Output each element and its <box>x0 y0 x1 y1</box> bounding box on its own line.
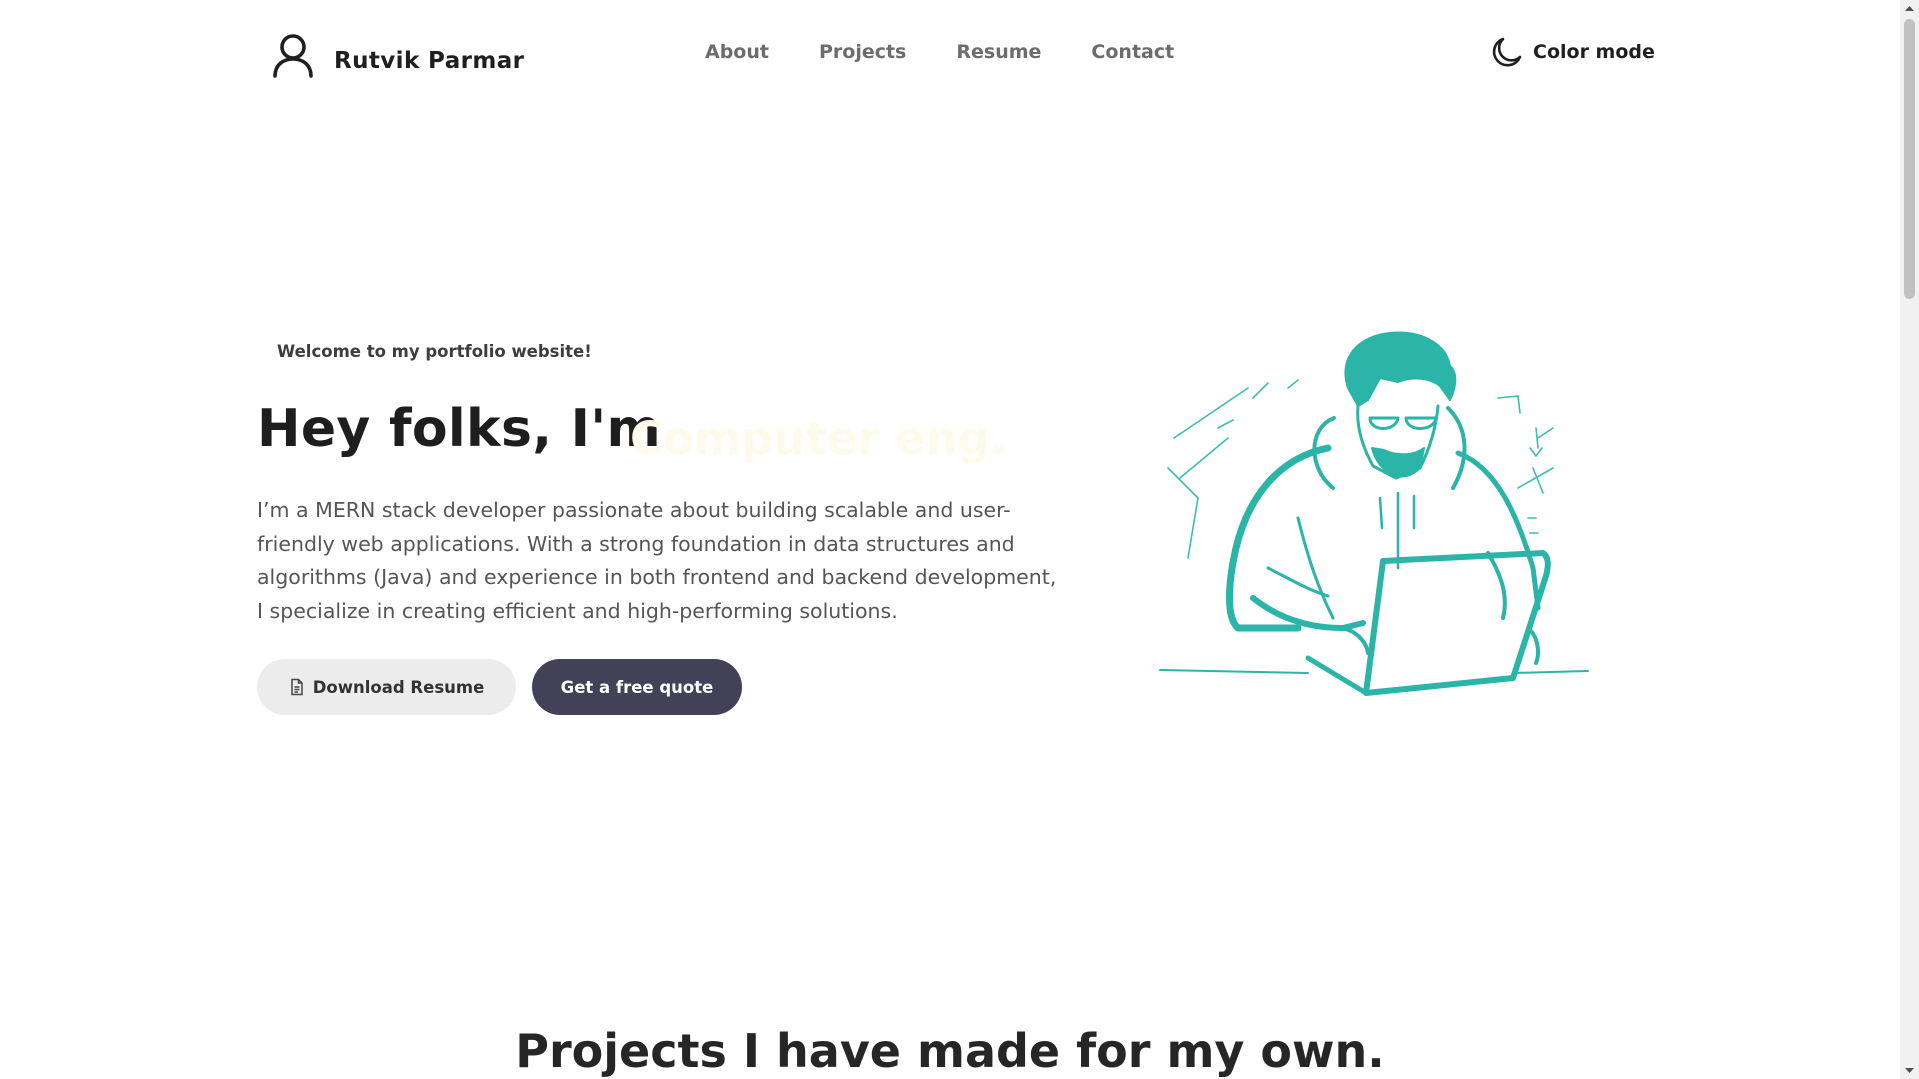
download-resume-button[interactable]: Download Resume <box>257 659 516 715</box>
document-icon <box>289 678 305 696</box>
brand-name: Rutvik Parmar <box>334 48 525 74</box>
projects-section-title: Projects I have made for my own. <box>515 1024 1385 1078</box>
nav-link-contact[interactable]: Contact <box>1091 41 1174 63</box>
navbar: Rutvik Parmar About Projects Resume Cont… <box>0 0 1900 108</box>
download-resume-label: Download Resume <box>312 677 485 697</box>
main-nav: About Projects Resume Contact <box>705 41 1224 63</box>
user-icon <box>268 30 318 80</box>
free-quote-button[interactable]: Get a free quote <box>532 659 742 715</box>
nav-link-projects[interactable]: Projects <box>819 41 906 63</box>
hero-title: Hey folks, I'm <box>257 399 662 459</box>
welcome-text: Welcome to my portfolio website! <box>277 342 592 361</box>
page: Rutvik Parmar About Projects Resume Cont… <box>0 0 1919 1079</box>
scrollbar-thumb[interactable] <box>1904 19 1915 299</box>
free-quote-label: Get a free quote <box>560 677 714 697</box>
vertical-scrollbar[interactable] <box>1900 0 1919 1079</box>
nav-link-resume[interactable]: Resume <box>956 41 1041 63</box>
typed-role-text: Computer eng. <box>630 412 1007 465</box>
color-mode-toggle[interactable]: Color mode <box>1490 35 1655 69</box>
hero-description: I’m a MERN stack developer passionate ab… <box>257 498 1057 624</box>
nav-link-about[interactable]: About <box>705 41 769 63</box>
developer-illustration <box>1158 328 1592 698</box>
brand-link[interactable]: Rutvik Parmar <box>268 30 524 80</box>
scroll-up-arrow-icon[interactable] <box>1900 0 1919 17</box>
color-mode-label: Color mode <box>1533 41 1655 63</box>
scroll-down-arrow-icon[interactable] <box>1900 1062 1919 1079</box>
moon-icon <box>1490 35 1524 69</box>
